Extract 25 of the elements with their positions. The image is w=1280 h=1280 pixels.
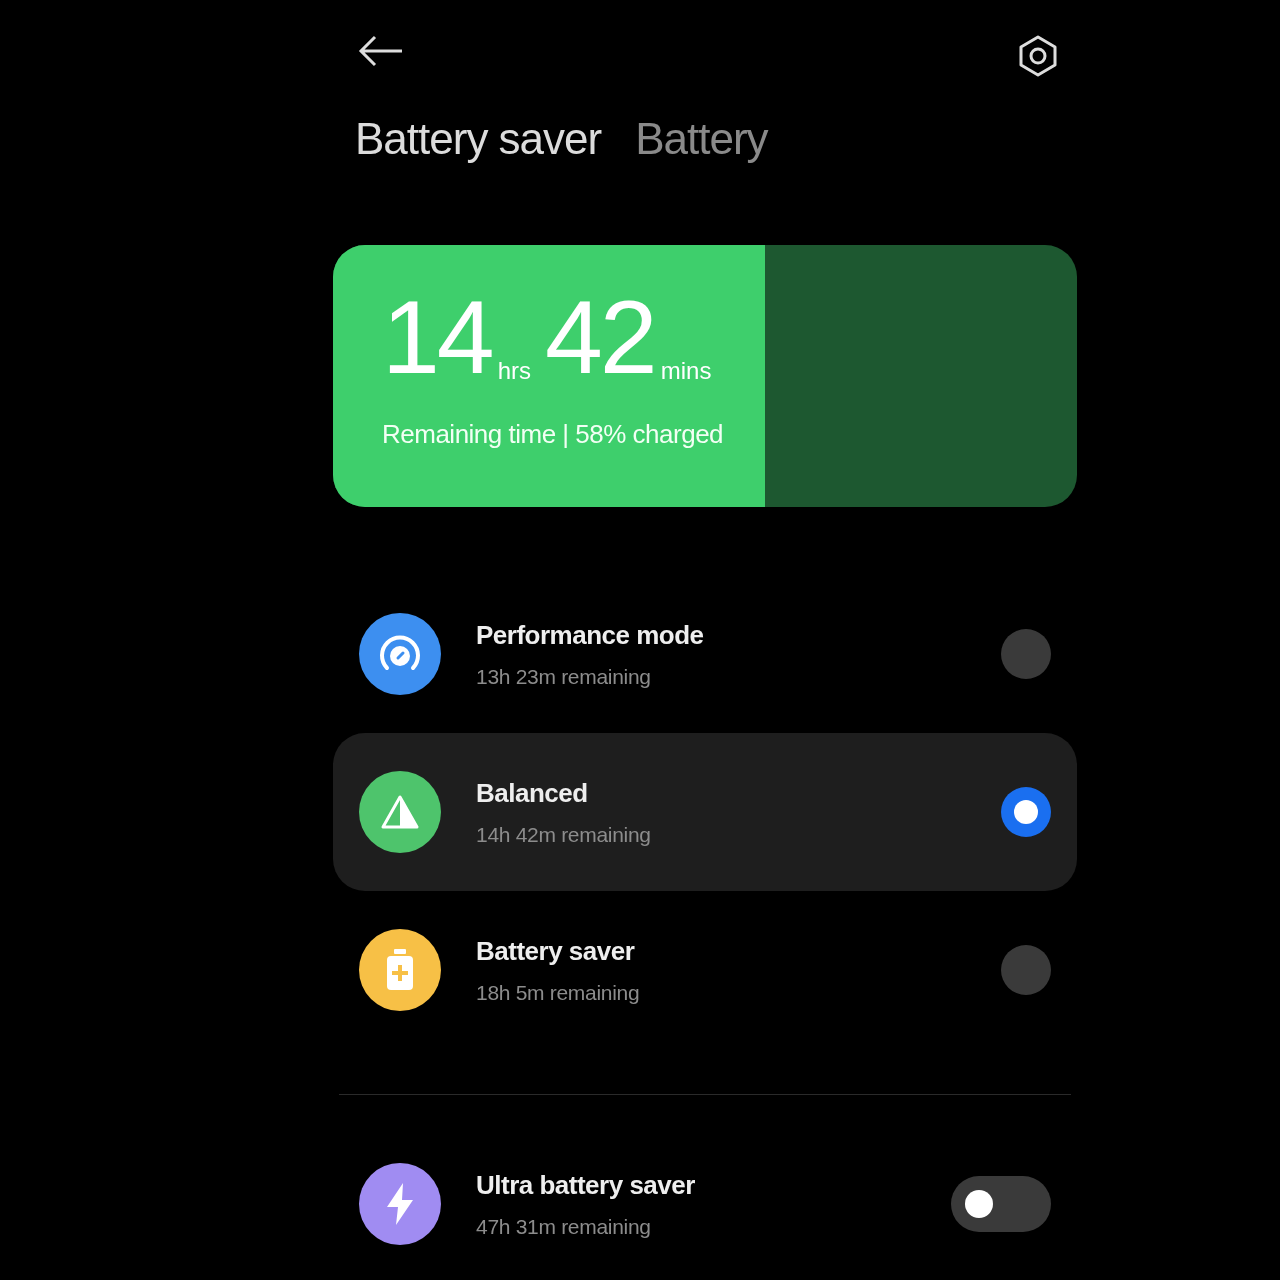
option-subtitle: 13h 23m remaining — [476, 663, 652, 690]
unit-label: mins — [660, 356, 712, 386]
radio-button[interactable] — [1001, 945, 1051, 995]
tab[interactable]: Battery — [635, 115, 768, 164]
unit-label: hrs — [497, 356, 532, 386]
option-title: Balanced — [476, 776, 589, 810]
mode-option[interactable]: Balanced 14h 42m remaining — [333, 733, 1077, 891]
option-subtitle: 18h 5m remaining — [476, 979, 641, 1006]
radio-button[interactable] — [1001, 629, 1051, 679]
remaining-minutes: 42 — [545, 285, 655, 389]
mode-option[interactable]: Ultra battery saver 47h 31m remaining — [333, 1125, 1077, 1280]
option-title: Ultra battery saver — [476, 1168, 696, 1202]
toggle-switch[interactable] — [951, 1176, 1051, 1232]
option-title: Battery saver — [476, 934, 636, 968]
tab[interactable]: Battery saver — [355, 115, 602, 164]
option-subtitle: 14h 42m remaining — [476, 821, 652, 848]
remaining-hours: 14 — [382, 285, 492, 389]
radio-button[interactable] — [1001, 787, 1051, 837]
settings-button[interactable] — [1018, 35, 1058, 77]
mode-option[interactable]: Battery saver 18h 5m remaining — [333, 891, 1077, 1049]
option-subtitle: 47h 31m remaining — [476, 1213, 652, 1240]
battery-caption: Remaining time | 58% charged — [382, 418, 724, 451]
back-button[interactable] — [358, 35, 404, 67]
option-title: Performance mode — [476, 618, 705, 652]
mode-option[interactable]: Performance mode 13h 23m remaining — [333, 575, 1077, 733]
